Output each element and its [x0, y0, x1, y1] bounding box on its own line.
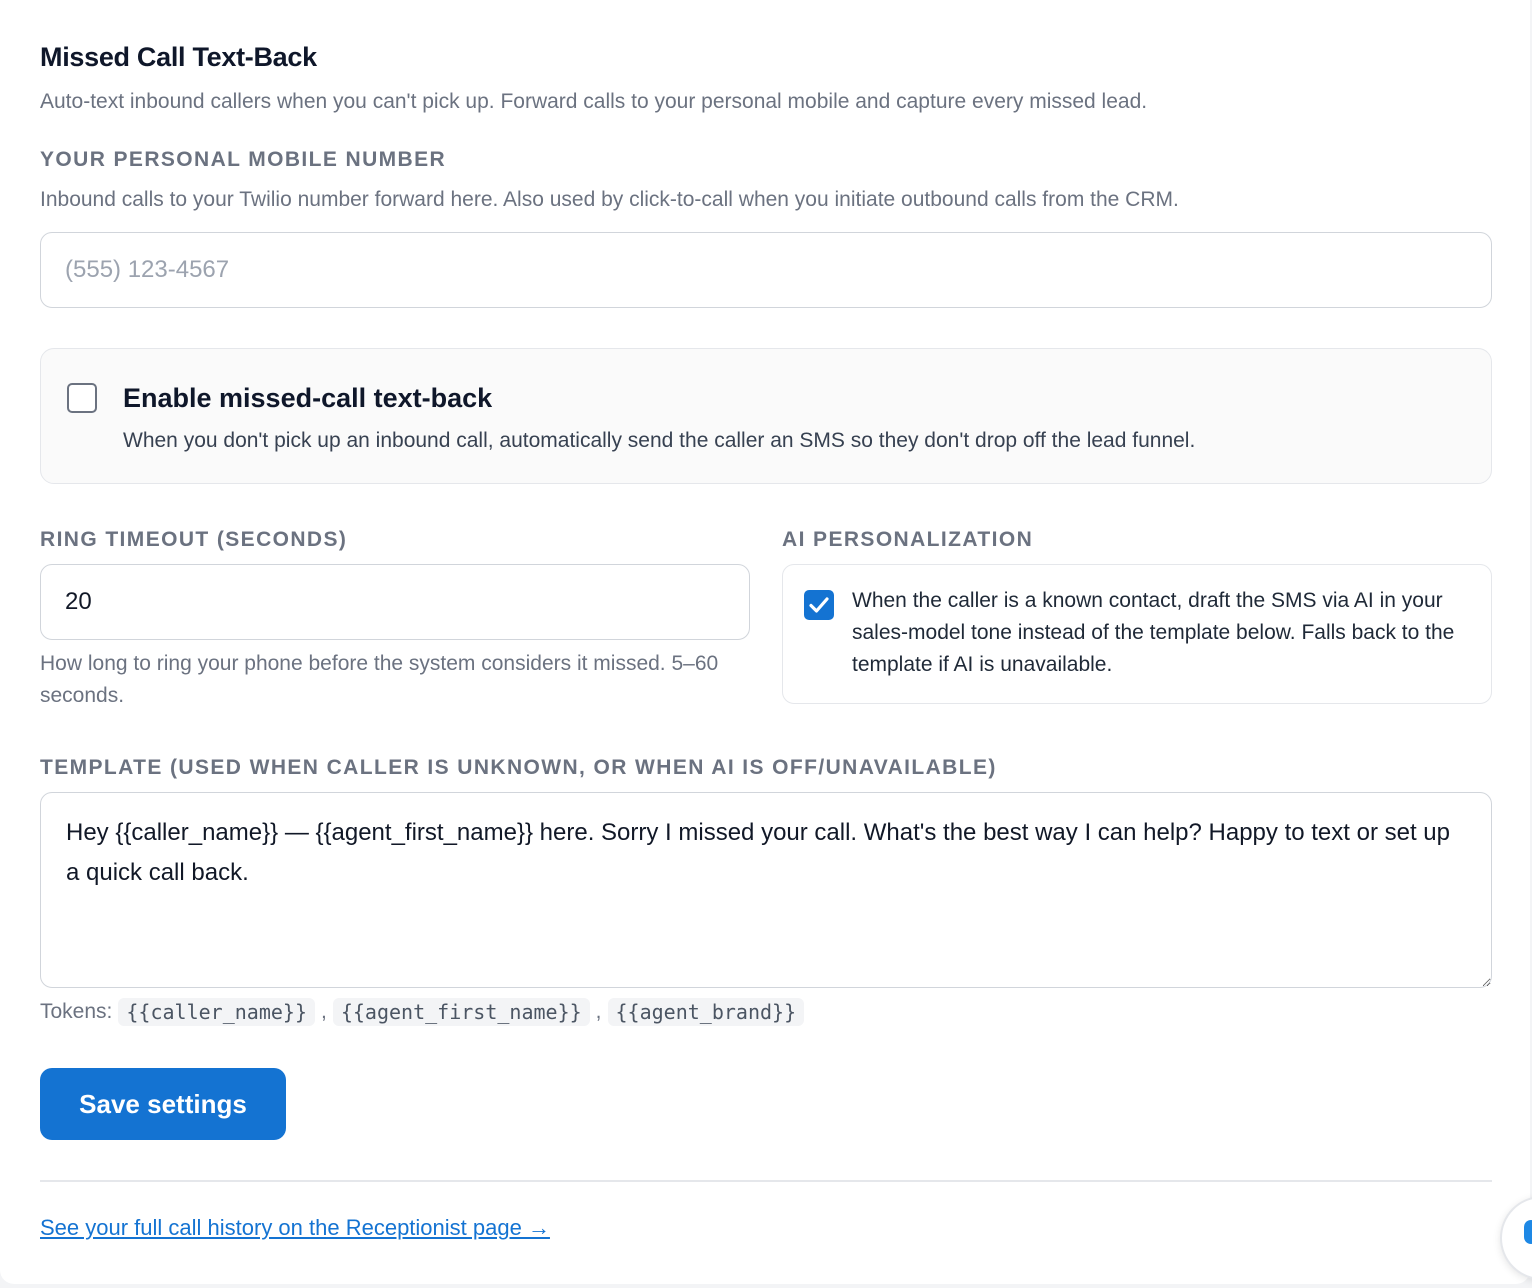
- token-separator: ,: [595, 1000, 602, 1023]
- ai-personalization-label: AI Personalization: [782, 528, 1034, 551]
- section-subtitle: Auto-text inbound callers when you can't…: [40, 90, 1148, 113]
- settings-card: Missed Call Text-Back Auto-text inbound …: [0, 0, 1530, 1284]
- ring-timeout-help: How long to ring your phone before the s…: [40, 652, 719, 707]
- ai-personalization-description: When the caller is a known contact, draf…: [852, 589, 1455, 676]
- enable-text-back-description: When you don't pick up an inbound call, …: [123, 429, 1196, 452]
- enable-text-back-checkbox[interactable]: [67, 383, 97, 413]
- token-agent-brand: {{agent_brand}}: [607, 998, 805, 1026]
- ring-timeout-input[interactable]: [40, 564, 750, 640]
- mobile-number-label: Your personal mobile number: [40, 148, 447, 171]
- tokens-row: Tokens: {{caller_name}} , {{agent_first_…: [40, 998, 810, 1026]
- call-history-link[interactable]: See your full call history on the Recept…: [40, 1215, 550, 1241]
- enable-text-back-title: Enable missed-call text-back: [123, 383, 493, 413]
- divider: [40, 1180, 1492, 1182]
- template-label: Template (used when caller is unknown, o…: [40, 756, 997, 779]
- enable-text-back-panel: Enable missed-call text-back When you do…: [40, 348, 1492, 484]
- ring-timeout-label: Ring timeout (seconds): [40, 528, 348, 551]
- save-settings-button[interactable]: Save settings: [40, 1068, 286, 1140]
- ai-personalization-checkbox[interactable]: [804, 590, 834, 620]
- token-caller-name: {{caller_name}}: [118, 998, 315, 1026]
- section-title: Missed Call Text-Back: [40, 42, 317, 72]
- token-separator: ,: [321, 1000, 327, 1023]
- tokens-label: Tokens:: [40, 1000, 113, 1023]
- mobile-number-input[interactable]: [40, 232, 1492, 308]
- ai-personalization-panel: When the caller is a known contact, draf…: [782, 564, 1492, 704]
- template-textarea[interactable]: [40, 792, 1492, 988]
- token-agent-first-name: {{agent_first_name}}: [332, 998, 590, 1026]
- chat-widget-icon: [1524, 1220, 1532, 1244]
- mobile-number-help: Inbound calls to your Twilio number forw…: [40, 188, 1179, 211]
- checkmark-icon: [809, 597, 829, 613]
